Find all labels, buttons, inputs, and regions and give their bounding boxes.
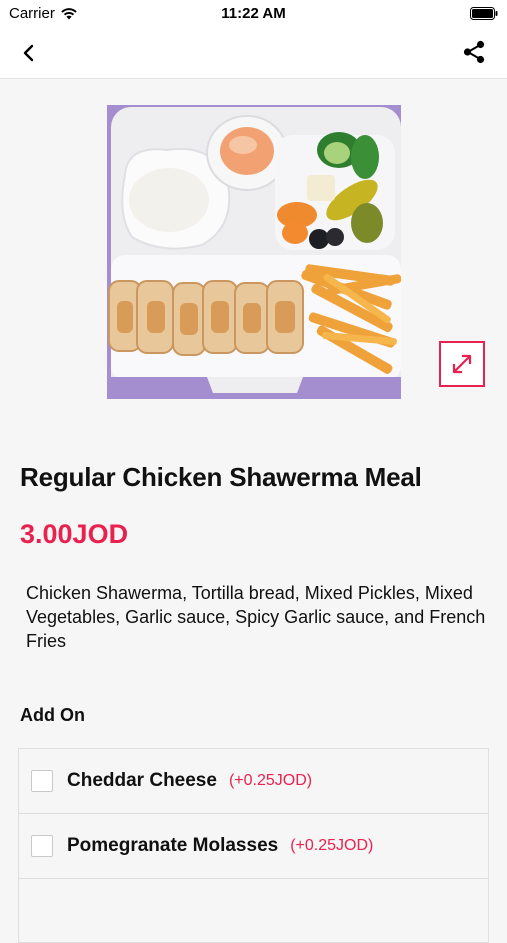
addon-item-pomegranate-molasses[interactable]: Pomegranate Molasses (+0.25JOD) (18, 813, 489, 878)
product-price: 3.00JOD (20, 519, 129, 549)
addon-name: Cheddar Cheese (67, 770, 217, 791)
addon-heading: Add On (20, 705, 85, 725)
battery-icon (470, 7, 498, 20)
chevron-left-icon (23, 44, 34, 62)
addon-price: (+0.25JOD) (228, 772, 313, 789)
addon-price: (+0.25JOD) (290, 837, 374, 854)
navigation-bar (0, 28, 507, 79)
share-button[interactable] (461, 39, 487, 65)
status-bar: Carrier 11:22 AM (0, 0, 507, 28)
addon-item-partial[interactable] (18, 878, 489, 943)
addon-item-cheddar-cheese[interactable]: Cheddar Cheese (+0.25JOD) (18, 748, 489, 813)
clock: 11:22 AM (221, 5, 286, 22)
product-description: Chicken Shawerma, Tortilla bread, Mixed … (26, 583, 486, 651)
product-photo (107, 105, 401, 399)
expand-image-button[interactable] (439, 341, 485, 387)
checkbox[interactable] (31, 770, 53, 792)
addon-list: Cheddar Cheese (+0.25JOD) Pomegranate Mo… (18, 748, 489, 943)
addon-name: Pomegranate Molasses (67, 835, 279, 856)
checkbox[interactable] (31, 835, 53, 857)
product-title: Regular Chicken Shawerma Meal (20, 462, 422, 492)
product-image[interactable] (107, 105, 401, 399)
share-icon (463, 40, 485, 64)
back-button[interactable] (16, 40, 42, 66)
expand-icon (452, 354, 472, 374)
